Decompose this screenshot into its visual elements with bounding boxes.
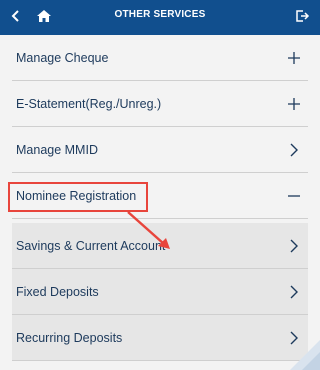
chevron-right-icon: [284, 236, 304, 256]
plus-icon: [284, 48, 304, 68]
submenu-item-label: Savings & Current Account: [16, 238, 166, 253]
page-title: OTHER SERVICES: [114, 9, 206, 20]
submenu-item-savings-current[interactable]: Savings & Current Account: [12, 223, 308, 269]
submenu-item-recurring-deposits[interactable]: Recurring Deposits: [12, 315, 308, 361]
submenu-item-label: Recurring Deposits: [16, 330, 123, 345]
minus-icon: [284, 186, 304, 206]
menu-item-e-statement[interactable]: E-Statement(Reg./Unreg.): [12, 81, 308, 127]
chevron-right-icon: [284, 282, 304, 302]
highlight-box: [8, 182, 148, 212]
home-icon[interactable]: [32, 4, 56, 28]
menu-item-label: Manage MMID: [16, 142, 98, 157]
chevron-left-icon[interactable]: [4, 4, 28, 28]
plus-icon: [284, 94, 304, 114]
menu-item-manage-cheque[interactable]: Manage Cheque: [12, 35, 308, 81]
submenu-item-label: Fixed Deposits: [16, 284, 99, 299]
menu-item-label: E-Statement(Reg./Unreg.): [16, 96, 162, 111]
logout-icon[interactable]: [290, 4, 314, 28]
menu-item-label: Manage Cheque: [16, 50, 109, 65]
menu-item-manage-mmid[interactable]: Manage MMID: [12, 127, 308, 173]
chevron-right-icon: [284, 140, 304, 160]
corner-decoration: [290, 340, 320, 370]
header-bar: OTHER SERVICES: [0, 0, 320, 35]
submenu-item-fixed-deposits[interactable]: Fixed Deposits: [12, 269, 308, 315]
